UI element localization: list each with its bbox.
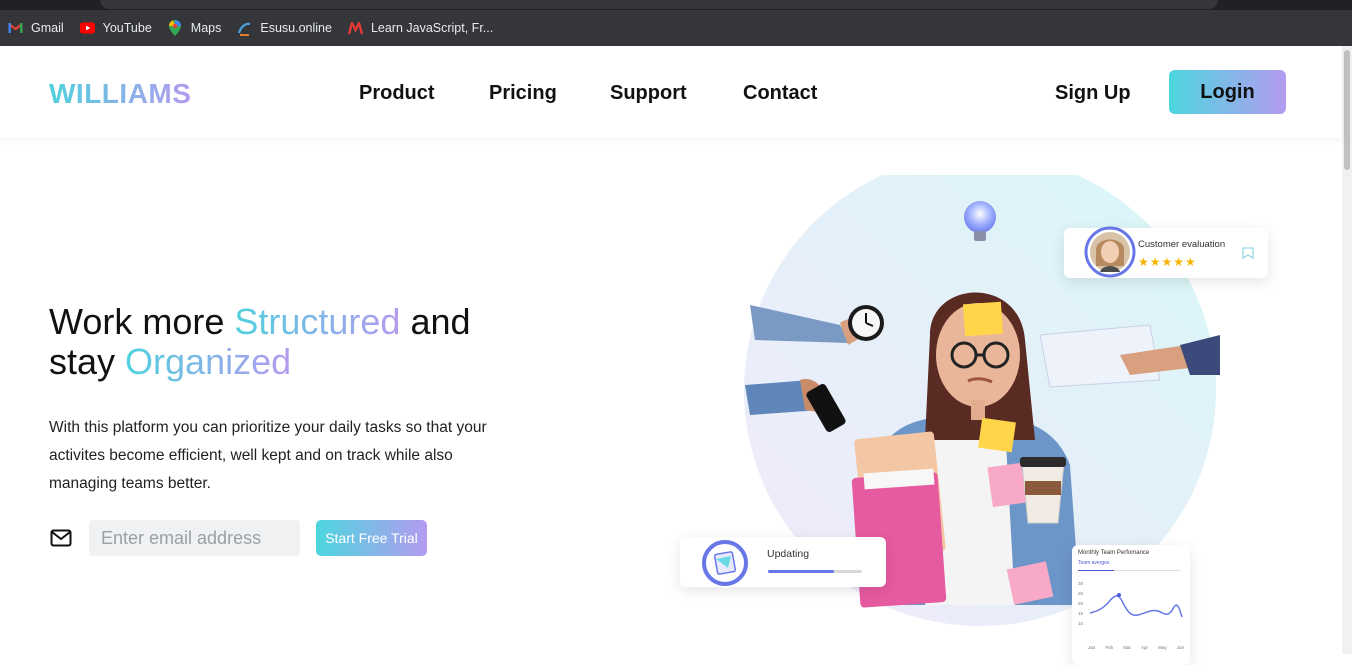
bookmark-label: Learn JavaScript, Fr... — [370, 21, 494, 35]
bookmark-label: YouTube — [102, 21, 152, 35]
hero-illustration: Customer evaluation ★★★★★ Updating Month… — [680, 154, 1280, 665]
x-axis-months: Jan Feb Mar Apr May Jun — [1088, 645, 1184, 650]
team-performance-title: Monthly Team Perfomance — [1078, 550, 1150, 556]
y-tick: 10 — [1078, 621, 1084, 626]
team-performance-tab: Team averges — [1078, 560, 1110, 566]
performance-line-chart — [1089, 593, 1183, 618]
month-label: Apr — [1141, 645, 1149, 650]
customer-evaluation-card: Customer evaluation ★★★★★ — [1064, 226, 1268, 278]
browser-titlebar — [0, 0, 1352, 10]
team-performance-card: Monthly Team Perfomance Team averges 30 … — [1072, 545, 1190, 665]
y-tick: 20 — [1078, 601, 1084, 606]
month-label: Jun — [1176, 645, 1184, 650]
hero-title: Work more Structured and stay Organized — [49, 302, 569, 382]
bookmark-gmail[interactable]: Gmail — [8, 21, 64, 36]
nav-link-pricing[interactable]: Pricing — [489, 82, 557, 105]
bookmark-youtube[interactable]: YouTube — [79, 21, 152, 36]
bookmark-esusu[interactable]: Esusu.online — [237, 21, 332, 36]
bookmark-learn-javascript[interactable]: Learn JavaScript, Fr... — [347, 21, 494, 36]
month-label: Feb — [1105, 645, 1114, 650]
start-free-trial-button[interactable]: Start Free Trial — [316, 520, 427, 556]
hero-title-text: and — [400, 301, 471, 342]
hero-title-highlight: Structured — [234, 301, 401, 342]
y-tick: 30 — [1078, 581, 1084, 586]
document-icon — [700, 538, 750, 588]
site-header: WILLIAMS Product Pricing Support Contact… — [0, 46, 1342, 138]
month-label: Mar — [1123, 645, 1131, 650]
bookmark-label: Esusu.online — [260, 21, 332, 35]
update-progress-bar — [768, 570, 862, 573]
hero-title-text: Work more — [49, 301, 235, 342]
esusu-icon — [237, 21, 252, 36]
y-tick: 25 — [1078, 591, 1084, 596]
mail-icon — [50, 529, 72, 547]
gmail-icon — [8, 21, 23, 36]
hero-title-highlight: Organized — [125, 341, 292, 382]
divider — [1078, 570, 1180, 571]
bookmarks-bar: Gmail YouTube Maps Esusu.online Learn Ja… — [0, 10, 1352, 46]
bookmark-maps[interactable]: Maps — [168, 20, 222, 36]
star-rating: ★★★★★ — [1138, 255, 1197, 269]
youtube-icon — [79, 21, 95, 36]
hero-description: With this platform you can prioritize yo… — [49, 419, 487, 492]
updating-card: Updating — [680, 537, 886, 588]
y-tick: 15 — [1078, 611, 1084, 616]
email-input[interactable] — [89, 520, 300, 556]
learn-icon — [347, 21, 363, 36]
scrollbar-thumb[interactable] — [1344, 50, 1350, 170]
page-scrollbar[interactable] — [1342, 46, 1352, 654]
nav-link-product[interactable]: Product — [359, 82, 435, 105]
address-bar[interactable] — [100, 0, 1218, 9]
badge-icon — [1242, 247, 1254, 260]
maps-icon — [168, 20, 183, 36]
bookmark-label: Gmail — [31, 21, 64, 35]
bookmark-label: Maps — [190, 21, 222, 35]
updating-label: Updating — [767, 548, 810, 560]
login-button[interactable]: Login — [1169, 70, 1286, 114]
month-label: Jan — [1088, 645, 1096, 650]
month-label: May — [1158, 645, 1167, 650]
avatar — [1084, 226, 1136, 278]
site-logo[interactable]: WILLIAMS — [49, 78, 191, 110]
hero-title-text: stay — [49, 341, 126, 382]
customer-evaluation-label: Customer evaluation — [1138, 239, 1226, 250]
y-axis-ticks: 30 25 20 15 10 — [1078, 579, 1083, 629]
nav-link-contact[interactable]: Contact — [743, 82, 817, 105]
nav-link-support[interactable]: Support — [610, 82, 687, 105]
update-progress-fill — [768, 570, 834, 573]
sign-up-link[interactable]: Sign Up — [1055, 82, 1131, 105]
